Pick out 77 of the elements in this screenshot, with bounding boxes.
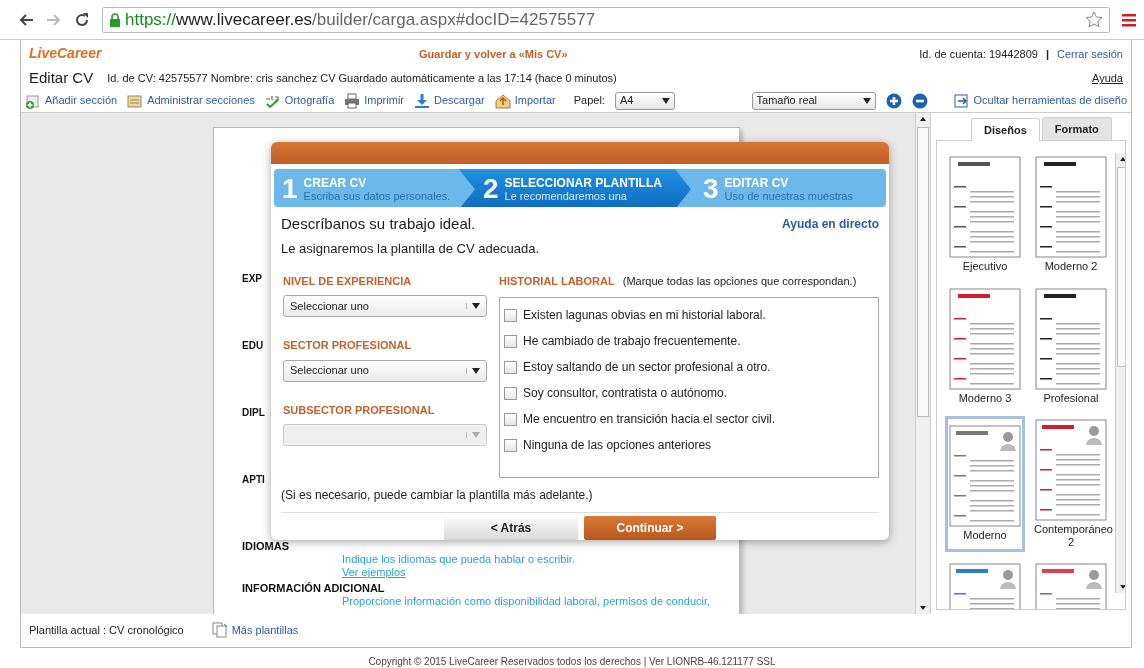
dialog-note: (Si es necesario, puede cambiar la plantilla más adelante.) [281,487,594,504]
sections-icon [127,92,144,109]
upload-icon [494,92,511,109]
toolbar-button[interactable]: Administrar secciones [127,92,255,109]
toolbar-button[interactable]: Añadir sección [25,92,118,109]
field-label: NIVEL DE EXPERIENCIA [283,273,413,289]
panel-icon [953,92,970,109]
dialog-heading: Descríbanos su trabajo ideal. [281,213,476,234]
field-label: SECTOR PROFESIONAL [283,338,413,353]
help-link[interactable]: Ayuda [1092,70,1123,87]
section-heading: EXP [242,271,262,285]
printer-icon [344,92,361,109]
paper-label: Papel: [573,93,605,109]
zoom-out-icon[interactable] [911,92,928,109]
section-heading: APTI [242,472,265,486]
template-option[interactable]: Moderno 2 [1031,153,1111,277]
cv-info: Id. de CV: 42575577 Nombre: cris sanchez CV Guardado automáticamente a las 17:14 (hace 0 minutos) [107,71,617,87]
template-option[interactable]: Moderno [945,415,1025,553]
zoom-select[interactable]: Tamaño real [751,91,876,110]
live-help-link[interactable]: Ayuda en directo [782,214,879,233]
template-option[interactable]: Moderno 3 [945,284,1025,408]
section-hint: Indique los idiomas que pueda hablar o escribir. [342,552,575,565]
page-title: Editar CV [29,68,94,89]
dropdown-arrow-icon [472,432,480,438]
zoom-in-icon[interactable] [885,92,902,109]
toolbar-button[interactable]: Descargar [414,92,485,109]
current-template: Plantilla actual : CV cronológico [29,623,184,639]
checkbox-option[interactable]: Soy consultor, contratista o autónomo. [504,380,874,406]
checkbox-option[interactable]: Ninguna de las opciones anteriores [504,432,874,458]
url-text: https://www.livecareer.es/builder/carga.aspx#docID=42575577 [125,8,596,31]
section-heading: INFORMACIÓN ADICIONAL [242,581,385,595]
dropdown[interactable]: Seleccionar uno [283,359,487,382]
star-icon[interactable] [1085,10,1103,29]
dropdown-arrow-icon [661,97,670,104]
dropdown-arrow-icon [862,97,871,104]
template-option[interactable]: Profesional [1031,284,1111,408]
download-icon [414,92,430,109]
menu-icon[interactable] [1122,12,1136,27]
more-templates-link[interactable]: Más plantillas [211,622,299,639]
copyright: Copyright © 2015 LiveCareer Reservados todos los derechos | Ver LIONRB-46.121177 SSL [367,655,777,668]
checkbox-option[interactable]: Me encuentro en transición hacia el sector civil. [504,406,874,432]
section-heading: DIPL [242,405,265,419]
history-label: HISTORIAL LABORAL [499,273,615,289]
template-option[interactable]: Ejecutivo [945,153,1025,277]
toolbar-button[interactable]: Importar [494,92,556,109]
checkbox-option[interactable]: Existen lagunas obvias en mi historial laboral. [504,302,874,328]
panel-tab[interactable]: Formato [1041,116,1112,141]
documents-icon [211,622,228,639]
back-button[interactable]: < Atrás [444,516,578,540]
section-heading: EDU [242,338,264,352]
toolbar-button[interactable]: Imprimir [344,92,404,109]
continue-button[interactable]: Continuar > [584,516,716,540]
account-id: Id. de cuenta: 19442809 [919,46,1038,62]
dropdown[interactable]: Seleccionar uno [283,295,487,317]
dialog-intro: Le asignaremos la plantilla de CV adecuada. [281,240,540,258]
lock-icon [109,12,121,27]
panel-tab[interactable]: Diseños [971,117,1040,142]
checkbox-option[interactable]: He cambiado de trabajo frecuentemente. [504,328,874,354]
hide-tools-button[interactable]: Ocultar herramientas de diseño [953,92,1127,109]
add-section-icon [25,92,41,109]
dropdown-arrow-icon [472,367,480,374]
address-bar[interactable]: https://www.livecareer.es/builder/carga.aspx#docID=42575577 [102,6,1110,33]
section-hint: Proporcione información como disponibilidad laboral, permisos de conducir, [342,594,711,607]
paper-select[interactable]: A4 [614,91,675,110]
save-link[interactable]: Guardar y volver a «Mis CV» [419,45,568,63]
reload-icon[interactable] [74,11,90,28]
field-label: SUBSECTOR PROFESIONAL [283,402,436,418]
history-hint: (Marque todas las opciones que correspondan.) [622,273,857,289]
template-option[interactable]: Contemporáneo 2 [1031,415,1111,553]
toolbar-button[interactable]: Ortografía [264,92,335,109]
dropdown-arrow-icon [472,303,480,309]
scrollbar[interactable] [915,112,931,614]
back-icon[interactable] [18,12,34,27]
checkbox-option[interactable]: Estoy saltando de un sector profesional a otro. [504,354,874,380]
separator: | [1045,46,1049,62]
section-heading: IDIOMAS [242,539,290,553]
logout-link[interactable]: Cerrar sesión [1056,45,1123,63]
